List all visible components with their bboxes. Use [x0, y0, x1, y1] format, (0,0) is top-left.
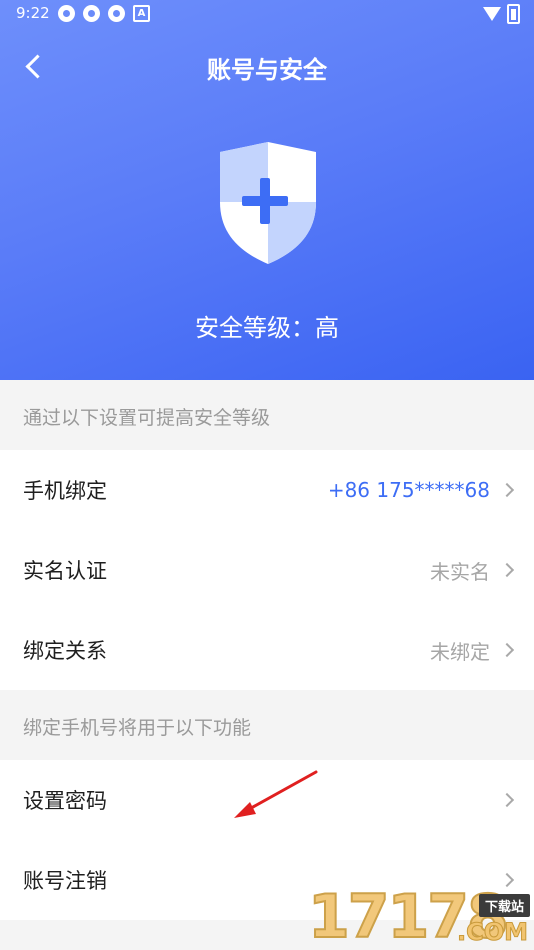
row-phone-binding[interactable]: 手机绑定 +86 175*****68	[0, 450, 534, 530]
security-settings-list: 手机绑定 +86 175*****68 实名认证 未实名 绑定关系 未绑定	[0, 450, 534, 690]
row-label: 实名认证	[23, 559, 107, 583]
status-bar: 9:22 A	[0, 0, 534, 28]
row-set-password[interactable]: 设置密码	[0, 760, 534, 840]
row-label: 绑定关系	[23, 639, 107, 663]
section-label-improve-security: 通过以下设置可提高安全等级	[0, 380, 534, 450]
chevron-right-icon	[499, 562, 515, 578]
watermark-logo: 17178 下载站 .COM	[306, 883, 534, 950]
status-time: 9:22	[16, 4, 50, 22]
chevron-right-icon	[499, 792, 515, 808]
account-security-screen: 9:22 A 账号与安全 安全等级：高 通过以下设置可提高安全等级 手机绑定 +…	[0, 0, 534, 950]
battery-icon	[507, 4, 520, 24]
security-level-text: 安全等级：高	[195, 314, 339, 342]
page-title: 账号与安全	[207, 56, 327, 84]
app-icon	[108, 5, 125, 22]
binding-status-value: 未绑定	[430, 639, 490, 664]
row-binding-relation[interactable]: 绑定关系 未绑定	[0, 610, 534, 690]
watermark-badge: 下载站	[478, 894, 530, 917]
row-label: 设置密码	[23, 789, 107, 813]
notification-icons: A	[58, 5, 150, 22]
header-banner: 9:22 A 账号与安全 安全等级：高	[0, 0, 534, 380]
section-label-phone-functions: 绑定手机号将用于以下功能	[0, 690, 534, 760]
phone-number-value: +86 175*****68	[327, 478, 490, 502]
row-label: 手机绑定	[23, 479, 107, 503]
watermark-domain: .COM	[456, 918, 528, 947]
status-right-icons	[483, 4, 520, 24]
app-icon	[58, 5, 75, 22]
chevron-right-icon	[499, 482, 515, 498]
wifi-icon	[483, 7, 501, 21]
app-icon	[83, 5, 100, 22]
row-real-name-verification[interactable]: 实名认证 未实名	[0, 530, 534, 610]
chevron-right-icon	[499, 642, 515, 658]
verification-status-value: 未实名	[430, 559, 490, 584]
a-icon: A	[133, 5, 150, 22]
shield-plus-icon	[220, 142, 316, 264]
